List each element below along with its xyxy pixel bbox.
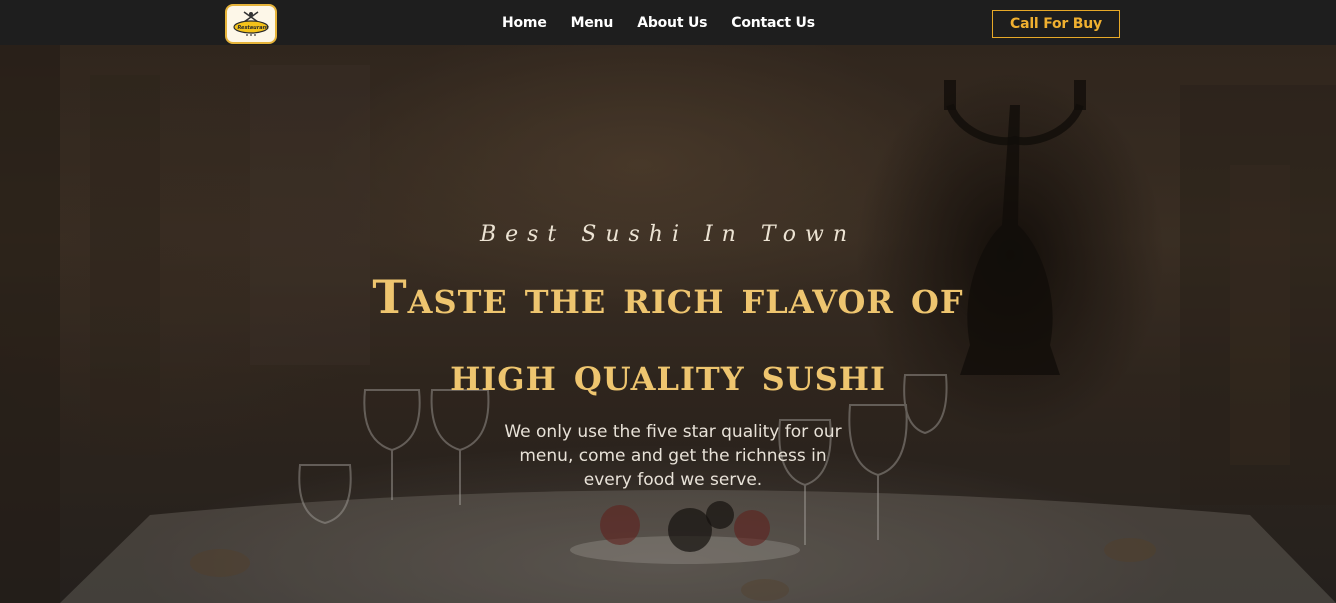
- hero-headline-line-1: Taste the rich flavor of: [372, 270, 964, 324]
- logo-text: Restaurant: [237, 25, 269, 31]
- call-for-buy-button[interactable]: Call For Buy: [992, 10, 1120, 38]
- top-navbar: Restaurant Home Menu About Us Contact Us…: [0, 0, 1336, 45]
- nav-contact-us[interactable]: Contact Us: [731, 15, 815, 31]
- nav-menu[interactable]: Menu: [571, 15, 614, 31]
- hero-tagline: Best Sushi In Town: [479, 222, 857, 247]
- restaurant-logo-icon: [233, 11, 269, 36]
- nav-about-us[interactable]: About Us: [637, 15, 707, 31]
- hero-description: We only use the five star quality for ou…: [504, 422, 842, 490]
- hero-section: Best Sushi In Town Taste the rich flavor…: [0, 45, 1336, 603]
- restaurant-logo[interactable]: Restaurant: [225, 4, 277, 44]
- nav-home[interactable]: Home: [502, 15, 547, 31]
- hero-content: Best Sushi In Town Taste the rich flavor…: [0, 45, 1336, 603]
- hero-headline: Taste the rich flavor of high quality su…: [0, 259, 1336, 413]
- page: Restaurant Home Menu About Us Contact Us…: [0, 0, 1336, 603]
- hero-headline-line-2: high quality sushi: [450, 347, 886, 401]
- main-nav: Home Menu About Us Contact Us: [502, 0, 815, 45]
